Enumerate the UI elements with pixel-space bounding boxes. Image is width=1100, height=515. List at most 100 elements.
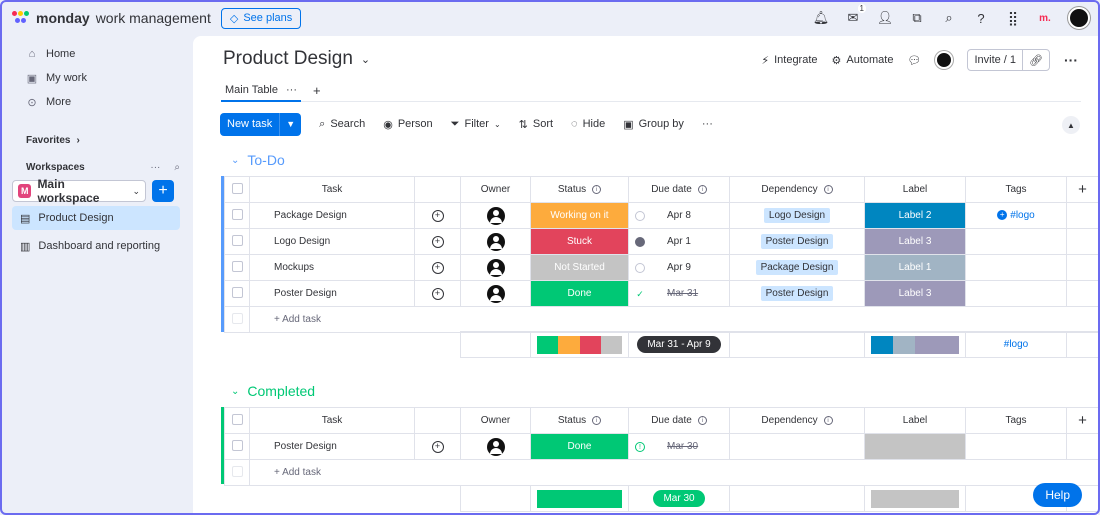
column-header-task[interactable]: Task: [249, 176, 415, 203]
status-cell[interactable]: Stuck: [530, 228, 629, 255]
table-row[interactable]: Poster Design + Done ! Mar 30: [224, 433, 1099, 460]
due-date-cell[interactable]: Apr 9: [628, 254, 730, 281]
label-summary-bar[interactable]: [864, 331, 966, 358]
person-filter-button[interactable]: ◉ Person: [383, 118, 432, 131]
date-summary[interactable]: Mar 30: [628, 485, 730, 512]
workspace-search-icon[interactable]: ⌕: [174, 162, 180, 173]
sidebar-item-dashboard[interactable]: ▥ Dashboard and reporting: [12, 234, 180, 258]
user-avatar[interactable]: [1068, 7, 1090, 29]
task-name[interactable]: Poster Design: [249, 280, 415, 307]
column-header-due-date[interactable]: Due date i: [628, 176, 730, 203]
label-cell[interactable]: [864, 433, 966, 460]
due-date-cell[interactable]: Apr 1: [628, 228, 730, 255]
add-workspace-item-button[interactable]: +: [152, 180, 174, 202]
label-cell[interactable]: Label 2: [864, 202, 966, 229]
add-update-button[interactable]: +: [414, 280, 461, 307]
tags-cell[interactable]: [965, 228, 1067, 255]
info-icon[interactable]: i: [592, 184, 602, 194]
owner-cell[interactable]: [460, 280, 531, 307]
label-summary-bar[interactable]: [864, 485, 966, 512]
due-date-cell[interactable]: ! Mar 30: [628, 433, 730, 460]
row-checkbox[interactable]: [224, 254, 250, 281]
owner-cell[interactable]: [460, 254, 531, 281]
help-question-icon[interactable]: ?: [972, 9, 990, 27]
status-cell[interactable]: Working on it: [530, 202, 629, 229]
owner-cell[interactable]: [460, 202, 531, 229]
column-header-task[interactable]: Task: [249, 407, 415, 434]
add-task-input[interactable]: + Add task: [249, 306, 1099, 333]
dependency-cell[interactable]: Poster Design: [729, 280, 865, 307]
favorites-section[interactable]: Favorites ›: [12, 130, 180, 150]
hide-button[interactable]: ◌ Hide: [571, 118, 605, 130]
updates-button[interactable]: 💬︎: [907, 54, 921, 67]
row-checkbox[interactable]: [224, 228, 250, 255]
new-task-button[interactable]: New task ▼: [220, 112, 302, 136]
owner-cell[interactable]: [460, 433, 531, 460]
add-update-button[interactable]: +: [414, 433, 461, 460]
label-cell[interactable]: Label 3: [864, 280, 966, 307]
due-date-cell[interactable]: Apr 8: [628, 202, 730, 229]
info-icon[interactable]: i: [592, 415, 602, 425]
apps-puzzle-icon[interactable]: ⧉: [908, 9, 926, 27]
dependency-cell[interactable]: Poster Design: [729, 228, 865, 255]
add-column-button[interactable]: +: [1066, 176, 1099, 203]
column-header-tags[interactable]: Tags: [965, 176, 1067, 203]
board-menu-icon[interactable]: ···: [1064, 52, 1078, 68]
label-cell[interactable]: Label 1: [864, 254, 966, 281]
inbox-icon[interactable]: ✉ 1: [844, 4, 866, 27]
chevron-up-icon[interactable]: ▲: [1062, 116, 1080, 134]
app-logo[interactable]: monday work management: [12, 10, 211, 26]
board-title[interactable]: Product Design ⌄: [223, 48, 370, 70]
row-checkbox[interactable]: [224, 280, 250, 307]
tags-cell[interactable]: + #logo: [965, 202, 1067, 229]
task-name[interactable]: Package Design: [249, 202, 415, 229]
sidebar-item-home[interactable]: ⌂ Home: [12, 42, 180, 66]
column-header-tags[interactable]: Tags: [965, 407, 1067, 434]
toolbar-more-icon[interactable]: ···: [702, 118, 713, 130]
status-summary-bar[interactable]: [530, 485, 629, 512]
dependency-cell[interactable]: Logo Design: [729, 202, 865, 229]
task-name[interactable]: Mockups: [249, 254, 415, 281]
tags-cell[interactable]: [965, 433, 1067, 460]
workspace-selector[interactable]: M Main workspace ⌄: [12, 177, 146, 205]
invite-members-icon[interactable]: 👤︎: [876, 9, 894, 27]
row-checkbox[interactable]: [224, 433, 250, 460]
see-plans-button[interactable]: ◇ See plans: [220, 7, 302, 29]
sidebar-item-more[interactable]: ⊙ More: [12, 90, 180, 114]
info-icon[interactable]: i: [823, 184, 833, 194]
status-cell[interactable]: Done: [530, 280, 629, 307]
tags-summary[interactable]: #logo: [965, 331, 1067, 358]
tab-options-icon[interactable]: ···: [286, 84, 297, 96]
info-icon[interactable]: i: [697, 415, 707, 425]
task-name[interactable]: Logo Design: [249, 228, 415, 255]
group-header-todo[interactable]: ⌄ To-Do: [231, 152, 285, 168]
add-task-row[interactable]: + Add task: [224, 459, 1099, 486]
due-date-cell[interactable]: ✓ Mar 31: [628, 280, 730, 307]
add-column-button[interactable]: +: [1066, 407, 1099, 434]
table-row[interactable]: Logo Design + Stuck Apr 1 Poster Design …: [224, 228, 1099, 255]
column-header-owner[interactable]: Owner: [460, 407, 531, 434]
monday-products-icon[interactable]: m.: [1036, 9, 1054, 27]
tags-cell[interactable]: [965, 254, 1067, 281]
add-task-row[interactable]: + Add task: [224, 306, 1099, 333]
add-task-input[interactable]: + Add task: [249, 459, 1099, 486]
group-by-button[interactable]: ▣ Group by: [623, 118, 684, 131]
column-header-dependency[interactable]: Dependency i: [729, 407, 865, 434]
sort-button[interactable]: ⇅ Sort: [519, 118, 553, 131]
task-name[interactable]: Poster Design: [249, 433, 415, 460]
sidebar-item-product-design[interactable]: ▤ Product Design: [12, 206, 180, 230]
copy-link-icon[interactable]: 🔗︎: [1022, 50, 1049, 70]
workspace-options-icon[interactable]: ···: [150, 162, 160, 173]
add-update-button[interactable]: +: [414, 202, 461, 229]
status-cell[interactable]: Not Started: [530, 254, 629, 281]
add-update-button[interactable]: +: [414, 254, 461, 281]
search-icon[interactable]: ⌕: [940, 9, 958, 27]
group-header-completed[interactable]: ⌄ Completed: [231, 383, 315, 399]
info-icon[interactable]: i: [823, 415, 833, 425]
automate-button[interactable]: ⚙ Automate: [832, 54, 894, 67]
column-header-owner[interactable]: Owner: [460, 176, 531, 203]
table-row[interactable]: Package Design + Working on it Apr 8 Log…: [224, 202, 1099, 229]
add-update-button[interactable]: +: [414, 228, 461, 255]
table-row[interactable]: Mockups + Not Started Apr 9 Package Desi…: [224, 254, 1099, 281]
filter-button[interactable]: ⏷ Filter ⌄: [451, 118, 501, 131]
